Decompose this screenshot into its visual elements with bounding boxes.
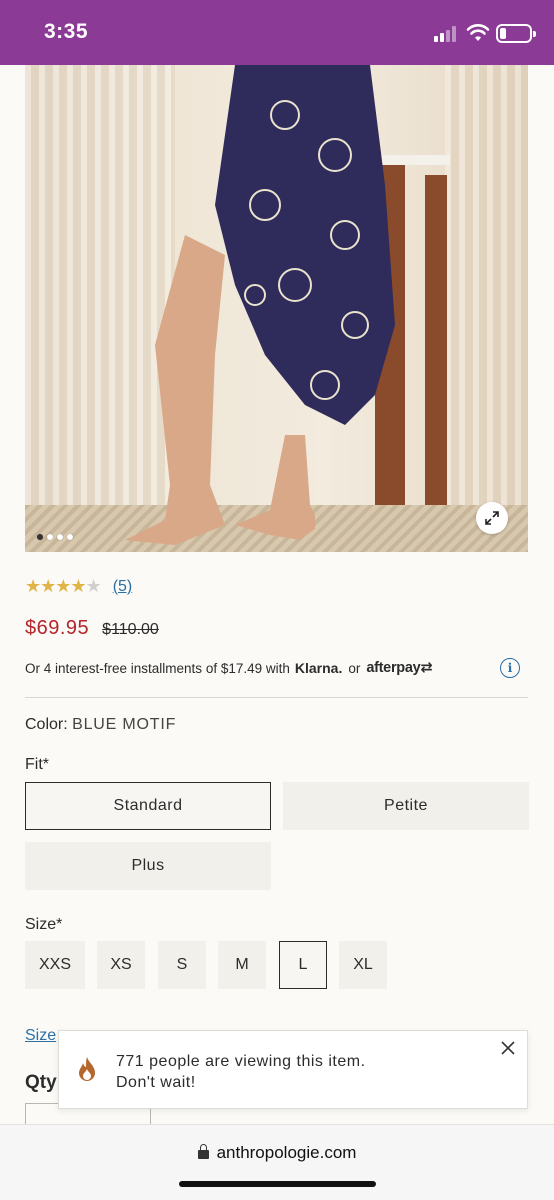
url-display[interactable]: anthropologie.com xyxy=(0,1143,554,1163)
carousel-dot[interactable] xyxy=(47,534,53,540)
lock-icon xyxy=(197,1144,209,1159)
star-rating-icon: ★★★★★ xyxy=(25,576,102,596)
review-count-link[interactable]: (5) xyxy=(113,578,133,596)
url-text[interactable]: anthropologie.com xyxy=(217,1143,357,1162)
cellular-signal-icon xyxy=(434,26,460,42)
toast-line-1: 771 people are viewing this item. xyxy=(116,1053,366,1070)
home-indicator[interactable] xyxy=(179,1181,376,1187)
fit-option-standard[interactable]: Standard xyxy=(25,782,271,830)
fire-icon xyxy=(79,1057,95,1081)
image-carousel-dots[interactable] xyxy=(37,534,73,540)
expand-image-button[interactable] xyxy=(476,502,508,534)
info-icon[interactable]: i xyxy=(500,658,520,678)
or-text: or xyxy=(348,660,361,676)
size-option-l[interactable]: L xyxy=(279,941,327,989)
color-label: Color: xyxy=(25,716,68,733)
size-option-xs[interactable]: XS xyxy=(97,941,145,989)
size-option-xxs[interactable]: XXS xyxy=(25,941,85,989)
toast-message: 771 people are viewing this item. Don't … xyxy=(116,1051,366,1093)
size-option-xl[interactable]: XL xyxy=(339,941,387,989)
size-label: Size* xyxy=(25,916,63,933)
size-guide-link[interactable]: Size xyxy=(25,1027,56,1045)
installments-row: Or 4 interest-free installments of $17.4… xyxy=(25,658,520,678)
toast-line-2: Don't wait! xyxy=(116,1074,196,1091)
rating-row: ★★★★★ (5) xyxy=(25,576,132,597)
expand-icon xyxy=(485,511,499,525)
color-value: BLUE MOTIF xyxy=(72,716,177,733)
battery-icon xyxy=(496,24,536,43)
size-option-s[interactable]: S xyxy=(158,941,206,989)
sale-price: $69.95 xyxy=(25,617,90,639)
wifi-icon xyxy=(466,24,490,41)
color-selection: Color: BLUE MOTIF xyxy=(25,716,176,734)
carousel-dot[interactable] xyxy=(57,534,63,540)
carousel-dot[interactable] xyxy=(67,534,73,540)
divider xyxy=(25,697,528,698)
status-bar: 3:35 xyxy=(0,0,554,65)
size-option-m[interactable]: M xyxy=(218,941,266,989)
afterpay-logo[interactable]: afterpay⇄ xyxy=(366,660,432,676)
close-icon[interactable] xyxy=(499,1039,517,1057)
viewers-toast: 771 people are viewing this item. Don't … xyxy=(58,1030,528,1109)
fit-label: Fit* xyxy=(25,756,49,773)
product-image[interactable] xyxy=(25,65,528,552)
fit-option-petite[interactable]: Petite xyxy=(283,782,529,830)
carousel-dot[interactable] xyxy=(37,534,43,540)
status-time: 3:35 xyxy=(44,20,89,43)
browser-url-bar[interactable]: anthropologie.com xyxy=(0,1124,554,1200)
installments-text: Or 4 interest-free installments of $17.4… xyxy=(25,660,290,676)
model-legs xyxy=(125,235,315,545)
original-price: $110.00 xyxy=(102,621,159,638)
klarna-logo[interactable]: Klarna. xyxy=(295,660,342,676)
fit-option-plus[interactable]: Plus xyxy=(25,842,271,890)
price-row: $69.95 $110.00 xyxy=(25,617,159,640)
qty-label: Qty xyxy=(25,1072,57,1093)
